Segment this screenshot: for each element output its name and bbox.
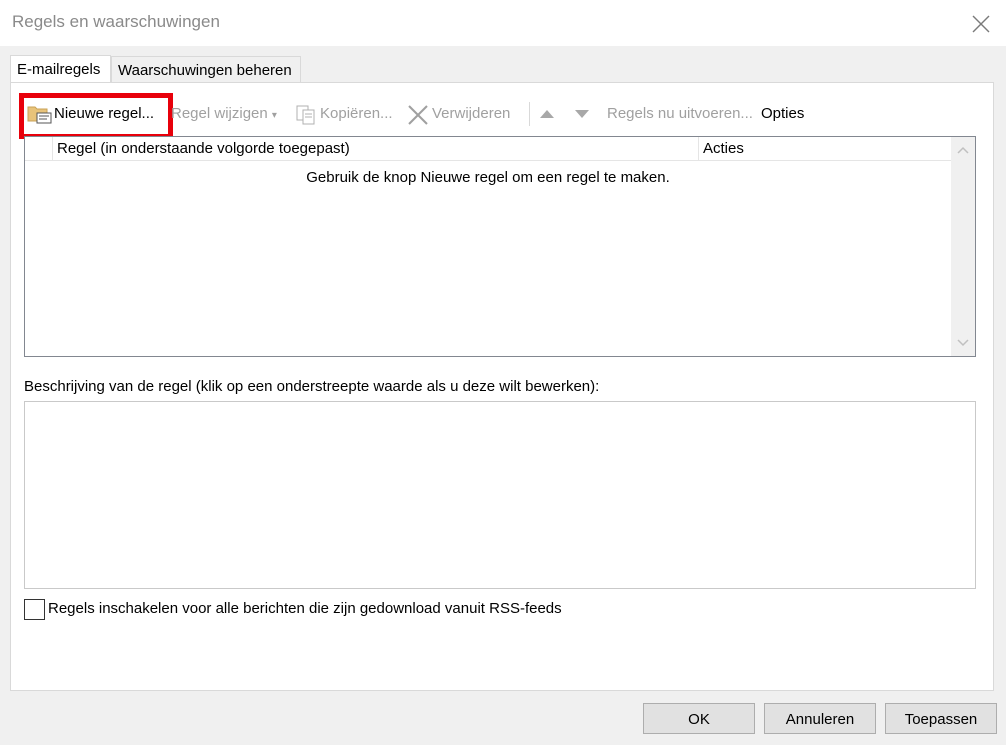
apply-button[interactable]: Toepassen <box>885 703 997 734</box>
rule-description-box[interactable] <box>24 401 976 589</box>
arrow-up-icon[interactable] <box>539 108 555 120</box>
cancel-button[interactable]: Annuleren <box>764 703 876 734</box>
close-icon[interactable] <box>970 13 992 35</box>
tab-manage-alerts[interactable]: Waarschuwingen beheren <box>111 56 301 83</box>
new-rule-button[interactable]: Nieuwe regel... <box>54 105 154 122</box>
rules-panel: Nieuwe regel... Regel wijzigen ▾ Kopiëre… <box>10 82 994 691</box>
delete-icon <box>407 104 429 126</box>
rules-list[interactable]: Regel (in onderstaande volgorde toegepas… <box>24 136 976 357</box>
rss-rules-checkbox[interactable] <box>24 599 45 620</box>
ok-button[interactable]: OK <box>643 703 755 734</box>
empty-list-message: Gebruik de knop Nieuwe regel om een rege… <box>306 169 670 186</box>
new-rule-icon <box>27 103 53 125</box>
arrow-down-icon[interactable] <box>574 108 590 120</box>
options-button[interactable]: Opties <box>761 105 804 122</box>
rss-rules-label: Regels inschakelen voor alle berichten d… <box>48 600 562 617</box>
window-title: Regels en waarschuwingen <box>12 12 220 31</box>
copy-icon <box>295 104 317 126</box>
delete-button[interactable]: Verwijderen <box>432 105 510 122</box>
column-header-checkbox[interactable] <box>25 137 53 161</box>
change-rule-button[interactable]: Regel wijzigen ▾ <box>171 105 277 122</box>
copy-button[interactable]: Kopiëren... <box>320 105 393 122</box>
vertical-scrollbar[interactable] <box>951 137 975 356</box>
scroll-up-icon[interactable] <box>957 146 969 154</box>
rules-list-header: Regel (in onderstaande volgorde toegepas… <box>25 137 951 161</box>
rule-description-label: Beschrijving van de regel (klik op een o… <box>24 378 600 395</box>
dropdown-arrow-icon: ▾ <box>271 110 277 121</box>
column-header-rule[interactable]: Regel (in onderstaande volgorde toegepas… <box>53 137 699 161</box>
title-bar: Regels en waarschuwingen <box>0 0 1006 46</box>
rules-toolbar: Nieuwe regel... Regel wijzigen ▾ Kopiëre… <box>11 83 993 143</box>
scroll-down-icon[interactable] <box>957 339 969 347</box>
column-header-actions[interactable]: Acties <box>699 137 951 161</box>
run-rules-button[interactable]: Regels nu uitvoeren... <box>607 105 753 122</box>
tab-email-rules[interactable]: E-mailregels <box>10 55 111 84</box>
toolbar-separator <box>529 102 530 126</box>
change-rule-label: Regel wijzigen <box>171 105 268 122</box>
